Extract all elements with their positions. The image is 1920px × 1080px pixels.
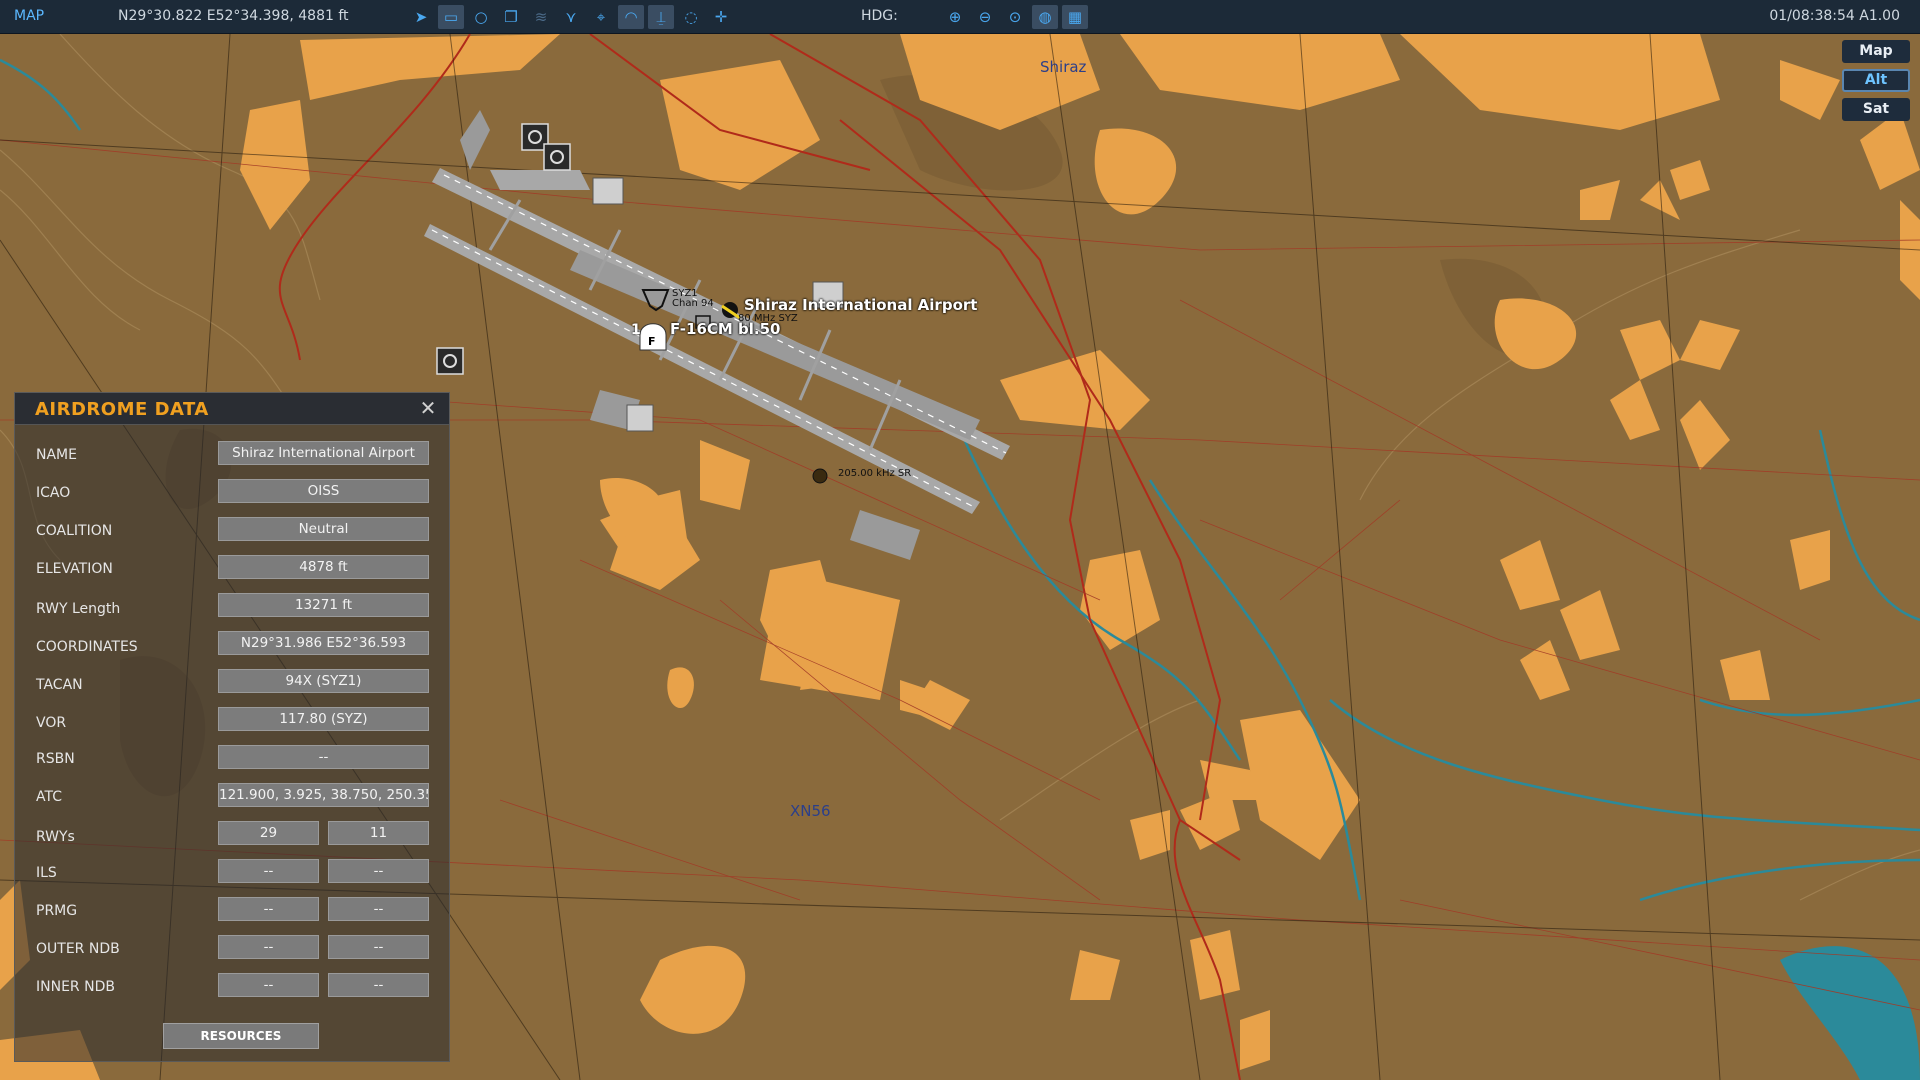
top-toolbar: MAP N29°30.822 E52°34.398, 4881 ft ➤ ▭ ○… — [0, 0, 1920, 34]
resources-button[interactable]: RESOURCES — [163, 1023, 319, 1049]
icao-label: ICAO — [36, 485, 71, 501]
beacon-icon[interactable]: ⍊ — [648, 5, 674, 29]
panel-header: AIRDROME DATA ✕ — [15, 393, 449, 425]
prmg-2-field: -- — [328, 897, 429, 921]
crosshair-icon[interactable]: ✛ — [708, 5, 734, 29]
unit-prefix-label: 1 — [631, 322, 641, 338]
ndb-tag-label: 205.00 kHz SR — [838, 468, 912, 479]
tacan-field: 94X (SYZ1) — [218, 669, 429, 693]
unit-marker[interactable]: F — [639, 323, 667, 351]
airdrome-data-panel: AIRDROME DATA ✕ NAME Shiraz Internationa… — [14, 392, 450, 1062]
ils-1-field: -- — [218, 859, 319, 883]
rwys-label: RWYs — [36, 829, 75, 845]
coordinates-field: N29°31.986 E52°36.593 — [218, 631, 429, 655]
heading-label: HDG: — [861, 8, 898, 24]
layers-icon[interactable]: ❐ — [498, 5, 524, 29]
ruler-icon[interactable]: ▭ — [438, 5, 464, 29]
outer-ndb-label: OUTER NDB — [36, 941, 120, 957]
tacan-label: TACAN — [36, 677, 83, 693]
signal-icon[interactable]: ◠ — [618, 5, 644, 29]
zoom-out-icon[interactable]: ⊖ — [972, 5, 998, 29]
coalition-label: COALITION — [36, 523, 113, 539]
outer-ndb-1-field: -- — [218, 935, 319, 959]
grid-icon[interactable]: ▦ — [1062, 5, 1088, 29]
inner-ndb-1-field: -- — [218, 973, 319, 997]
rwy-length-label: RWY Length — [36, 601, 121, 617]
layer-alt-button[interactable]: Alt — [1842, 69, 1910, 92]
route-icon[interactable]: ⋎ — [558, 5, 584, 29]
vor-field: 117.80 (SYZ) — [218, 707, 429, 731]
map-layer-selector: Map Alt Sat — [1842, 40, 1910, 121]
mission-time: 01/08:38:54 A1.00 — [1769, 8, 1900, 24]
vor-label: VOR — [36, 715, 67, 731]
target-icon[interactable]: ⌖ — [588, 5, 614, 29]
chat-icon[interactable]: ◌ — [678, 5, 704, 29]
circle-icon[interactable]: ○ — [468, 5, 494, 29]
name-label: NAME — [36, 447, 77, 463]
zoom-fit-icon[interactable]: ⊙ — [1002, 5, 1028, 29]
layer-sat-button[interactable]: Sat — [1842, 98, 1910, 121]
name-field: Shiraz International Airport — [218, 441, 429, 465]
atc-label: ATC — [36, 789, 62, 805]
inner-ndb-2-field: -- — [328, 973, 429, 997]
rwy-1-field: 29 — [218, 821, 319, 845]
cursor-coordinates: N29°30.822 E52°34.398, 4881 ft — [118, 8, 349, 24]
rsbn-label: RSBN — [36, 751, 75, 767]
elevation-label: ELEVATION — [36, 561, 113, 577]
toolbar-zoom: ⊕ ⊖ ⊙ ◍ ▦ — [942, 5, 1088, 29]
vor-tag-label: 80 MHz SYZ — [738, 313, 798, 324]
coordinates-label: COORDINATES — [36, 639, 138, 655]
rsbn-field: -- — [218, 745, 429, 769]
navigate-icon[interactable]: ➤ — [408, 5, 434, 29]
toolbar-tools: ➤ ▭ ○ ❐ ≋ ⋎ ⌖ ◠ ⍊ ◌ ✛ — [408, 5, 734, 29]
prmg-label: PRMG — [36, 903, 78, 919]
globe-icon[interactable]: ◍ — [1032, 5, 1058, 29]
layer-map-button[interactable]: Map — [1842, 40, 1910, 63]
wind-icon[interactable]: ≋ — [528, 5, 554, 29]
tacan-channel-label: Chan 94 — [672, 298, 714, 309]
close-icon[interactable]: ✕ — [417, 397, 439, 419]
rwy-length-field: 13271 ft — [218, 593, 429, 617]
airport-label[interactable]: Shiraz International Airport — [744, 296, 977, 314]
panel-title: AIRDROME DATA — [35, 399, 209, 420]
ils-2-field: -- — [328, 859, 429, 883]
ils-label: ILS — [36, 865, 57, 881]
city-label: Shiraz — [1040, 58, 1087, 76]
elevation-field: 4878 ft — [218, 555, 429, 579]
zoom-in-icon[interactable]: ⊕ — [942, 5, 968, 29]
atc-field: 121.900, 3.925, 38.750, 250.350 — [218, 783, 429, 807]
prmg-1-field: -- — [218, 897, 319, 921]
inner-ndb-label: INNER NDB — [36, 979, 115, 995]
mode-label[interactable]: MAP — [14, 8, 44, 24]
rwy-2-field: 11 — [328, 821, 429, 845]
unit-marker-letter: F — [648, 335, 656, 348]
coalition-field: Neutral — [218, 517, 429, 541]
icao-field: OISS — [218, 479, 429, 503]
grid-square-label: XN56 — [790, 802, 831, 820]
outer-ndb-2-field: -- — [328, 935, 429, 959]
map-screen: F Shiraz XN56 Shiraz International Airpo… — [0, 0, 1920, 1080]
